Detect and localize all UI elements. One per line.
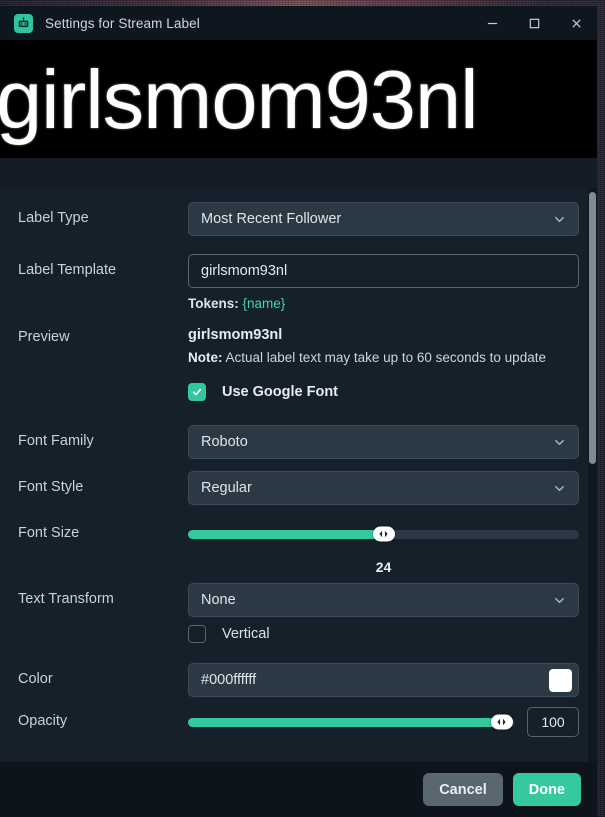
window-title: Settings for Stream Label — [45, 15, 200, 31]
text-transform-label: Text Transform — [18, 591, 114, 607]
use-google-font-spacer — [18, 383, 188, 391]
row-opacity: Opacity 100 — [0, 705, 597, 739]
label-preview-text: girlsmom93nl — [0, 52, 479, 146]
opacity-label: Opacity — [18, 713, 68, 729]
color-label: Color — [18, 671, 53, 687]
vertical-checkbox-row[interactable]: Vertical — [188, 625, 579, 643]
font-size-slider-knob[interactable] — [372, 526, 395, 542]
text-transform-select[interactable]: None — [188, 583, 579, 617]
row-use-google-font: Use Google Font — [0, 383, 597, 413]
preview-label: Preview — [18, 329, 70, 345]
font-size-slider-fill — [188, 529, 384, 539]
label-type-label: Label Type — [18, 210, 89, 226]
chevron-down-icon — [553, 482, 566, 495]
row-vertical: Vertical — [0, 625, 597, 655]
settings-form: Label Type Most Recent Follower Label Te… — [0, 188, 597, 762]
font-style-value: Regular — [201, 480, 252, 496]
row-font-size: Font Size 24 — [0, 517, 597, 575]
font-family-value: Roboto — [201, 434, 248, 450]
robot-icon — [14, 13, 33, 33]
opacity-value-box[interactable]: 100 — [527, 707, 579, 737]
font-style-label: Font Style — [18, 479, 84, 495]
vertical-spacer — [18, 625, 188, 633]
color-input[interactable]: #000ffffff — [188, 663, 579, 697]
row-font-style: Font Style Regular — [0, 471, 597, 505]
font-style-select[interactable]: Regular — [188, 471, 579, 505]
row-label-type: Label Type Most Recent Follower — [0, 202, 597, 236]
close-icon[interactable] — [555, 6, 597, 40]
opacity-slider[interactable] — [188, 714, 515, 730]
chevron-down-icon — [553, 213, 566, 226]
font-size-value: 24 — [375, 559, 392, 575]
font-size-label: Font Size — [18, 525, 80, 541]
preview-note-prefix: Note: — [188, 350, 223, 365]
form-scrollbar-track[interactable] — [588, 188, 597, 762]
preview-note-text: Actual label text may take up to 60 seco… — [225, 350, 546, 365]
text-transform-value: None — [201, 592, 236, 608]
color-swatch[interactable] — [549, 668, 572, 692]
label-template-value: girlsmom93nl — [201, 263, 288, 279]
font-size-slider[interactable] — [188, 526, 579, 542]
row-font-family: Font Family Roboto — [0, 425, 597, 459]
preview-value: girlsmom93nl — [188, 327, 283, 343]
label-template-input[interactable]: girlsmom93nl — [188, 254, 579, 288]
tokens-prefix: Tokens: — [188, 296, 239, 311]
maximize-icon[interactable] — [513, 6, 555, 40]
row-preview: Preview girlsmom93nl Note: Actual label … — [0, 321, 597, 365]
form-scrollbar-thumb[interactable] — [589, 192, 596, 464]
window-controls — [471, 6, 597, 40]
minimize-icon[interactable] — [471, 6, 513, 40]
token-name: {name} — [242, 296, 286, 311]
color-value: #000ffffff — [201, 672, 257, 688]
label-type-select[interactable]: Most Recent Follower — [188, 202, 579, 236]
chevron-down-icon — [553, 594, 566, 607]
font-family-select[interactable]: Roboto — [188, 425, 579, 459]
row-text-transform: Text Transform None — [0, 583, 597, 617]
cancel-button[interactable]: Cancel — [423, 773, 503, 806]
label-type-value: Most Recent Follower — [201, 211, 342, 227]
row-label-template: Label Template girlsmom93nl Tokens: {nam… — [0, 254, 597, 311]
preview-spacer — [0, 158, 597, 188]
font-size-slider-wrap — [188, 517, 579, 551]
title-bar[interactable]: Settings for Stream Label — [0, 6, 597, 40]
use-google-font-checkbox-row[interactable]: Use Google Font — [188, 383, 579, 401]
label-template-label: Label Template — [18, 262, 117, 278]
dialog-footer: Cancel Done — [0, 762, 597, 817]
tokens-hint: Tokens: {name} — [188, 288, 579, 311]
settings-window: Settings for Stream Label girlsmom93nl L… — [0, 6, 597, 817]
chevron-down-icon — [553, 436, 566, 449]
row-color: Color #000ffffff — [0, 663, 597, 697]
opacity-slider-fill — [188, 717, 502, 727]
font-family-label: Font Family — [18, 433, 94, 449]
preview-note: Note: Actual label text may take up to 6… — [188, 343, 579, 365]
use-google-font-label: Use Google Font — [222, 384, 338, 400]
checkbox-checked-icon[interactable] — [188, 383, 206, 401]
opacity-slider-wrap: 100 — [188, 705, 579, 739]
label-preview-band: girlsmom93nl — [0, 40, 597, 158]
done-button[interactable]: Done — [512, 773, 581, 806]
checkbox-unchecked-icon[interactable] — [188, 625, 206, 643]
opacity-slider-knob[interactable] — [490, 714, 513, 730]
vertical-label: Vertical — [222, 626, 270, 642]
